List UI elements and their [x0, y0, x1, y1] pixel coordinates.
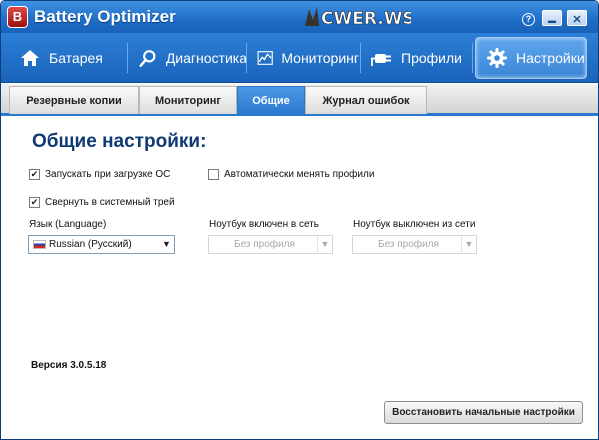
app-window: B Battery Optimizer CWER.WS ? ▬ ✕ Батаре…	[0, 0, 599, 440]
app-logo: B	[7, 6, 28, 28]
tray-label: Свернуть в системный трей	[45, 197, 175, 208]
app-title: Battery Optimizer	[34, 7, 176, 26]
restore-defaults-button[interactable]: Восстановить начальные настройки	[384, 401, 583, 424]
language-select[interactable]: Russian (Русский) ▼	[28, 235, 175, 254]
nav-diagnostics-label: Диагностика	[165, 50, 247, 66]
main-nav: Батарея Диагностика Мониторинг Профили Н…	[1, 33, 598, 83]
close-button[interactable]: ✕	[567, 10, 587, 26]
settings-tabs: Резервные копии Мониторинг Общие Журнал …	[1, 84, 598, 116]
tab-general[interactable]: Общие	[237, 86, 305, 114]
language-label: Язык (Language)	[29, 219, 107, 230]
minimize-icon: ▬	[548, 16, 556, 25]
nav-profiles[interactable]: Профили	[361, 37, 469, 79]
nav-battery-label: Батарея	[49, 50, 103, 66]
unplugged-label: Ноутбук выключен из сети	[353, 219, 476, 230]
startup-checkbox[interactable]: ✔	[29, 169, 40, 180]
close-icon: ✕	[572, 14, 582, 26]
nav-battery[interactable]: Батарея	[9, 37, 121, 79]
tray-checkbox-row[interactable]: ✔ Свернуть в системный трей	[29, 197, 175, 208]
auto-profiles-checkbox-row[interactable]: Автоматически менять профили	[208, 169, 374, 180]
flag-icon	[33, 240, 46, 249]
plugged-label: Ноутбук включен в сеть	[209, 219, 320, 230]
plug-icon	[371, 54, 391, 66]
nav-divider	[127, 43, 128, 73]
chevron-down-icon: ▼	[317, 236, 332, 253]
magnifier-icon	[139, 50, 156, 67]
nav-monitoring[interactable]: Мониторинг	[247, 37, 359, 79]
plugged-profile-value: Без профиля	[234, 239, 295, 250]
nav-profiles-label: Профили	[401, 50, 462, 66]
nav-divider	[472, 43, 473, 73]
tray-checkbox[interactable]: ✔	[29, 197, 40, 208]
page-title: Общие настройки:	[32, 131, 207, 152]
auto-profiles-checkbox[interactable]	[208, 169, 219, 180]
chart-icon	[257, 51, 273, 65]
tab-monitoring[interactable]: Мониторинг	[139, 86, 237, 114]
unplugged-profile-value: Без профиля	[378, 239, 439, 250]
language-value: Russian (Русский)	[49, 239, 132, 250]
help-button[interactable]: ?	[520, 10, 537, 26]
tab-error-log[interactable]: Журнал ошибок	[305, 86, 427, 114]
gear-icon	[487, 48, 507, 68]
tab-backups[interactable]: Резервные копии	[9, 86, 139, 114]
general-settings-panel: Общие настройки: ✔ Запускать при загрузк…	[1, 119, 598, 439]
plugged-profile-select[interactable]: Без профиля ▼	[208, 235, 333, 254]
nav-settings[interactable]: Настройки	[475, 37, 587, 79]
auto-profiles-label: Автоматически менять профили	[224, 169, 375, 180]
chevron-down-icon: ▼	[162, 239, 171, 249]
version-text: Версия 3.0.5.18	[31, 360, 107, 371]
chevron-down-icon: ▼	[461, 236, 476, 253]
home-icon	[21, 50, 39, 66]
watermark-logo: CWER.WS	[299, 4, 411, 30]
svg-text:CWER.WS: CWER.WS	[321, 9, 411, 29]
startup-label: Запускать при загрузке ОС	[45, 169, 171, 180]
startup-checkbox-row[interactable]: ✔ Запускать при загрузке ОС	[29, 169, 170, 180]
nav-diagnostics[interactable]: Диагностика	[129, 37, 247, 79]
unplugged-profile-select[interactable]: Без профиля ▼	[352, 235, 477, 254]
title-bar[interactable]: B Battery Optimizer CWER.WS ? ▬ ✕	[1, 1, 598, 33]
help-icon: ?	[522, 13, 535, 26]
nav-monitoring-label: Мониторинг	[281, 50, 359, 66]
nav-settings-label: Настройки	[516, 50, 585, 66]
minimize-button[interactable]: ▬	[542, 10, 562, 26]
